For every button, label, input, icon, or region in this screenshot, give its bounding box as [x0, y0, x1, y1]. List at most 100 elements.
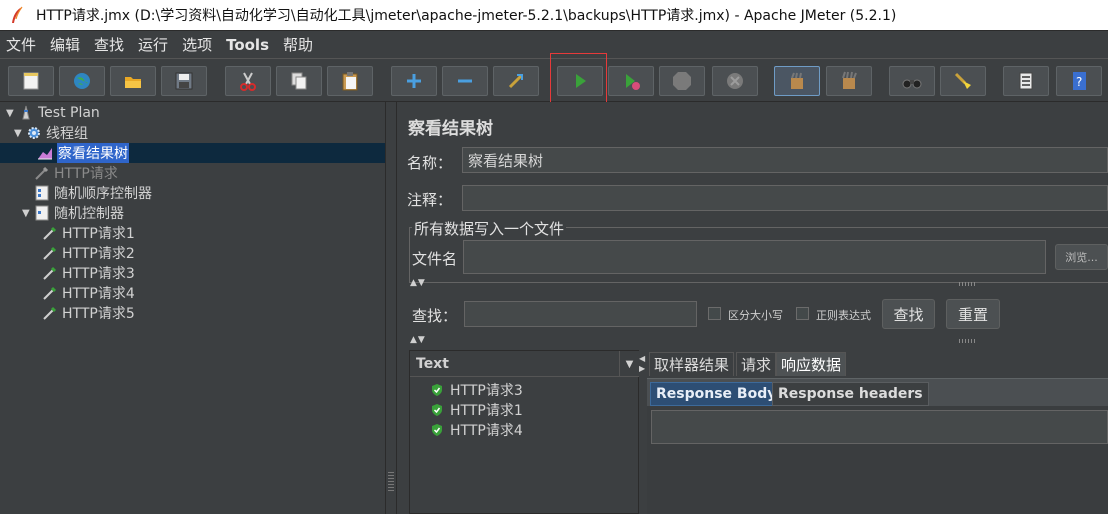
cut-button[interactable]	[225, 66, 271, 96]
name-label: 名称：	[407, 154, 453, 172]
expand-all-button[interactable]	[391, 66, 437, 96]
copy-icon	[291, 72, 307, 90]
templates-icon	[74, 73, 90, 89]
save-button[interactable]	[161, 66, 207, 96]
templates-button[interactable]	[59, 66, 105, 96]
menu-run[interactable]: 运行	[138, 34, 168, 55]
tab-request[interactable]: 请求	[736, 352, 777, 376]
subtab-response-body[interactable]: Response Body	[650, 382, 783, 406]
clear-all-icon	[842, 71, 857, 89]
pipette-icon	[43, 266, 57, 280]
clear-button[interactable]	[774, 66, 820, 96]
menu-tools[interactable]: Tools	[226, 36, 269, 54]
menu-search[interactable]: 查找	[94, 34, 124, 55]
result-item[interactable]: HTTP请求3	[430, 380, 523, 400]
new-button[interactable]	[8, 66, 54, 96]
splitter-arrows-icon[interactable]: ▲▼	[410, 278, 426, 288]
response-body-text[interactable]	[651, 410, 1108, 444]
page-title: 察看结果树	[408, 119, 493, 139]
svg-text:?: ?	[1076, 75, 1082, 89]
copy-button[interactable]	[276, 66, 322, 96]
browse-button[interactable]: 浏览...	[1055, 244, 1108, 270]
result-item[interactable]: HTTP请求1	[430, 400, 523, 420]
expand-arrow-icon[interactable]: ▼	[22, 208, 34, 219]
help-button[interactable]: ?	[1056, 66, 1102, 96]
result-item[interactable]: HTTP请求4	[430, 420, 523, 440]
search-button[interactable]	[889, 66, 935, 96]
tree-node-http-request-5[interactable]: HTTP请求5	[42, 303, 135, 323]
controller-icon	[35, 205, 49, 221]
tree-node-view-results-tree[interactable]: 察看结果树	[0, 143, 385, 163]
shutdown-icon	[727, 73, 743, 89]
collapse-left-icon[interactable]: ◀	[639, 354, 645, 363]
tree-node-thread-group[interactable]: ▼ 线程组	[14, 123, 88, 143]
response-subtab-bar: Response Body Response headers	[647, 378, 1108, 406]
renderer-select[interactable]: Text ▼	[410, 351, 639, 377]
results-splitter[interactable]: ◀ ▶	[639, 350, 647, 514]
tree-node-http-request-3[interactable]: HTTP请求3	[42, 263, 135, 283]
stop-icon	[673, 72, 691, 90]
tab-sampler-result[interactable]: 取样器结果	[649, 352, 735, 376]
start-no-pause-icon	[626, 74, 640, 90]
pipette-icon	[43, 286, 57, 300]
tree-node-random-order-controller[interactable]: 随机顺序控制器	[34, 183, 152, 203]
regex-checkbox[interactable]	[796, 307, 809, 320]
subtab-response-headers[interactable]: Response headers	[772, 382, 929, 406]
paste-button[interactable]	[327, 66, 373, 96]
search-submit-button[interactable]: 查找	[882, 299, 935, 329]
collapse-right-icon[interactable]: ▶	[639, 364, 645, 373]
tree-node-http-request-2[interactable]: HTTP请求2	[42, 243, 135, 263]
regex-label: 正则表达式	[816, 309, 871, 322]
menu-options[interactable]: 选项	[182, 34, 212, 55]
filename-field[interactable]	[463, 240, 1046, 274]
toggle-button[interactable]	[493, 66, 539, 96]
comment-field[interactable]	[462, 185, 1108, 211]
success-shield-icon	[432, 384, 442, 396]
splitter-grip-icon[interactable]	[959, 282, 975, 286]
splitter-grip-icon[interactable]	[959, 339, 975, 343]
pipette-icon	[43, 226, 57, 240]
chevron-down-icon[interactable]: ▼	[619, 351, 639, 377]
splitter-arrows-icon[interactable]: ▲▼	[410, 335, 426, 345]
reset-search-icon	[954, 72, 971, 89]
tree-node-test-plan[interactable]: ▼ Test Plan	[6, 103, 100, 123]
stop-button[interactable]	[659, 66, 705, 96]
expand-arrow-icon[interactable]: ▼	[14, 128, 26, 139]
reset-button[interactable]: 重置	[946, 299, 1000, 329]
menu-file[interactable]: 文件	[6, 34, 36, 55]
function-helper-button[interactable]	[1003, 66, 1049, 96]
menu-edit[interactable]: 编辑	[50, 34, 80, 55]
shutdown-button[interactable]	[712, 66, 758, 96]
clear-all-button[interactable]	[826, 66, 872, 96]
gear-icon	[28, 127, 40, 139]
tree-node-http-request-1[interactable]: HTTP请求1	[42, 223, 135, 243]
new-icon	[23, 72, 39, 90]
case-sensitive-checkbox[interactable]	[708, 307, 721, 320]
reset-search-button[interactable]	[940, 66, 986, 96]
tab-response-data[interactable]: 响应数据	[776, 352, 847, 376]
write-results-group-title: 所有数据写入一个文件	[412, 218, 567, 239]
drag-grip-icon[interactable]	[388, 472, 394, 492]
expand-arrow-icon[interactable]: ▼	[6, 108, 18, 119]
pipette-icon	[43, 306, 57, 320]
name-field[interactable]: 察看结果树	[462, 147, 1108, 173]
window-title: HTTP请求.jmx (D:\学习资料\自动化学习\自动化工具\jmeter\a…	[36, 8, 897, 24]
split-pane-divider[interactable]	[385, 102, 397, 514]
search-input[interactable]	[464, 301, 697, 327]
start-no-pause-button[interactable]	[608, 66, 654, 96]
success-shield-icon	[432, 404, 442, 416]
success-shield-icon	[432, 424, 442, 436]
case-sensitive-label: 区分大小写	[728, 309, 783, 322]
collapse-all-button[interactable]	[442, 66, 488, 96]
window-titlebar: HTTP请求.jmx (D:\学习资料\自动化学习\自动化工具\jmeter\a…	[0, 0, 1108, 30]
tree-node-http-request-4[interactable]: HTTP请求4	[42, 283, 135, 303]
result-details-panel: 取样器结果 请求 响应数据 Response Body Response hea…	[647, 350, 1108, 514]
open-button[interactable]	[110, 66, 156, 96]
tree-node-http-request[interactable]: HTTP请求	[34, 163, 118, 183]
tree-node-random-controller[interactable]: ▼ 随机控制器	[22, 203, 124, 223]
filename-label: 文件名	[412, 250, 458, 268]
open-icon	[125, 77, 141, 88]
test-plan-tree: ▼ Test Plan ▼ 线程组 察看结果树 HTTP请求 随机顺序控制器 ▼…	[0, 102, 385, 514]
results-list-panel: Text ▼ HTTP请求3 HTTP请求1 HTTP请求4	[409, 350, 639, 514]
menu-help[interactable]: 帮助	[283, 34, 313, 55]
